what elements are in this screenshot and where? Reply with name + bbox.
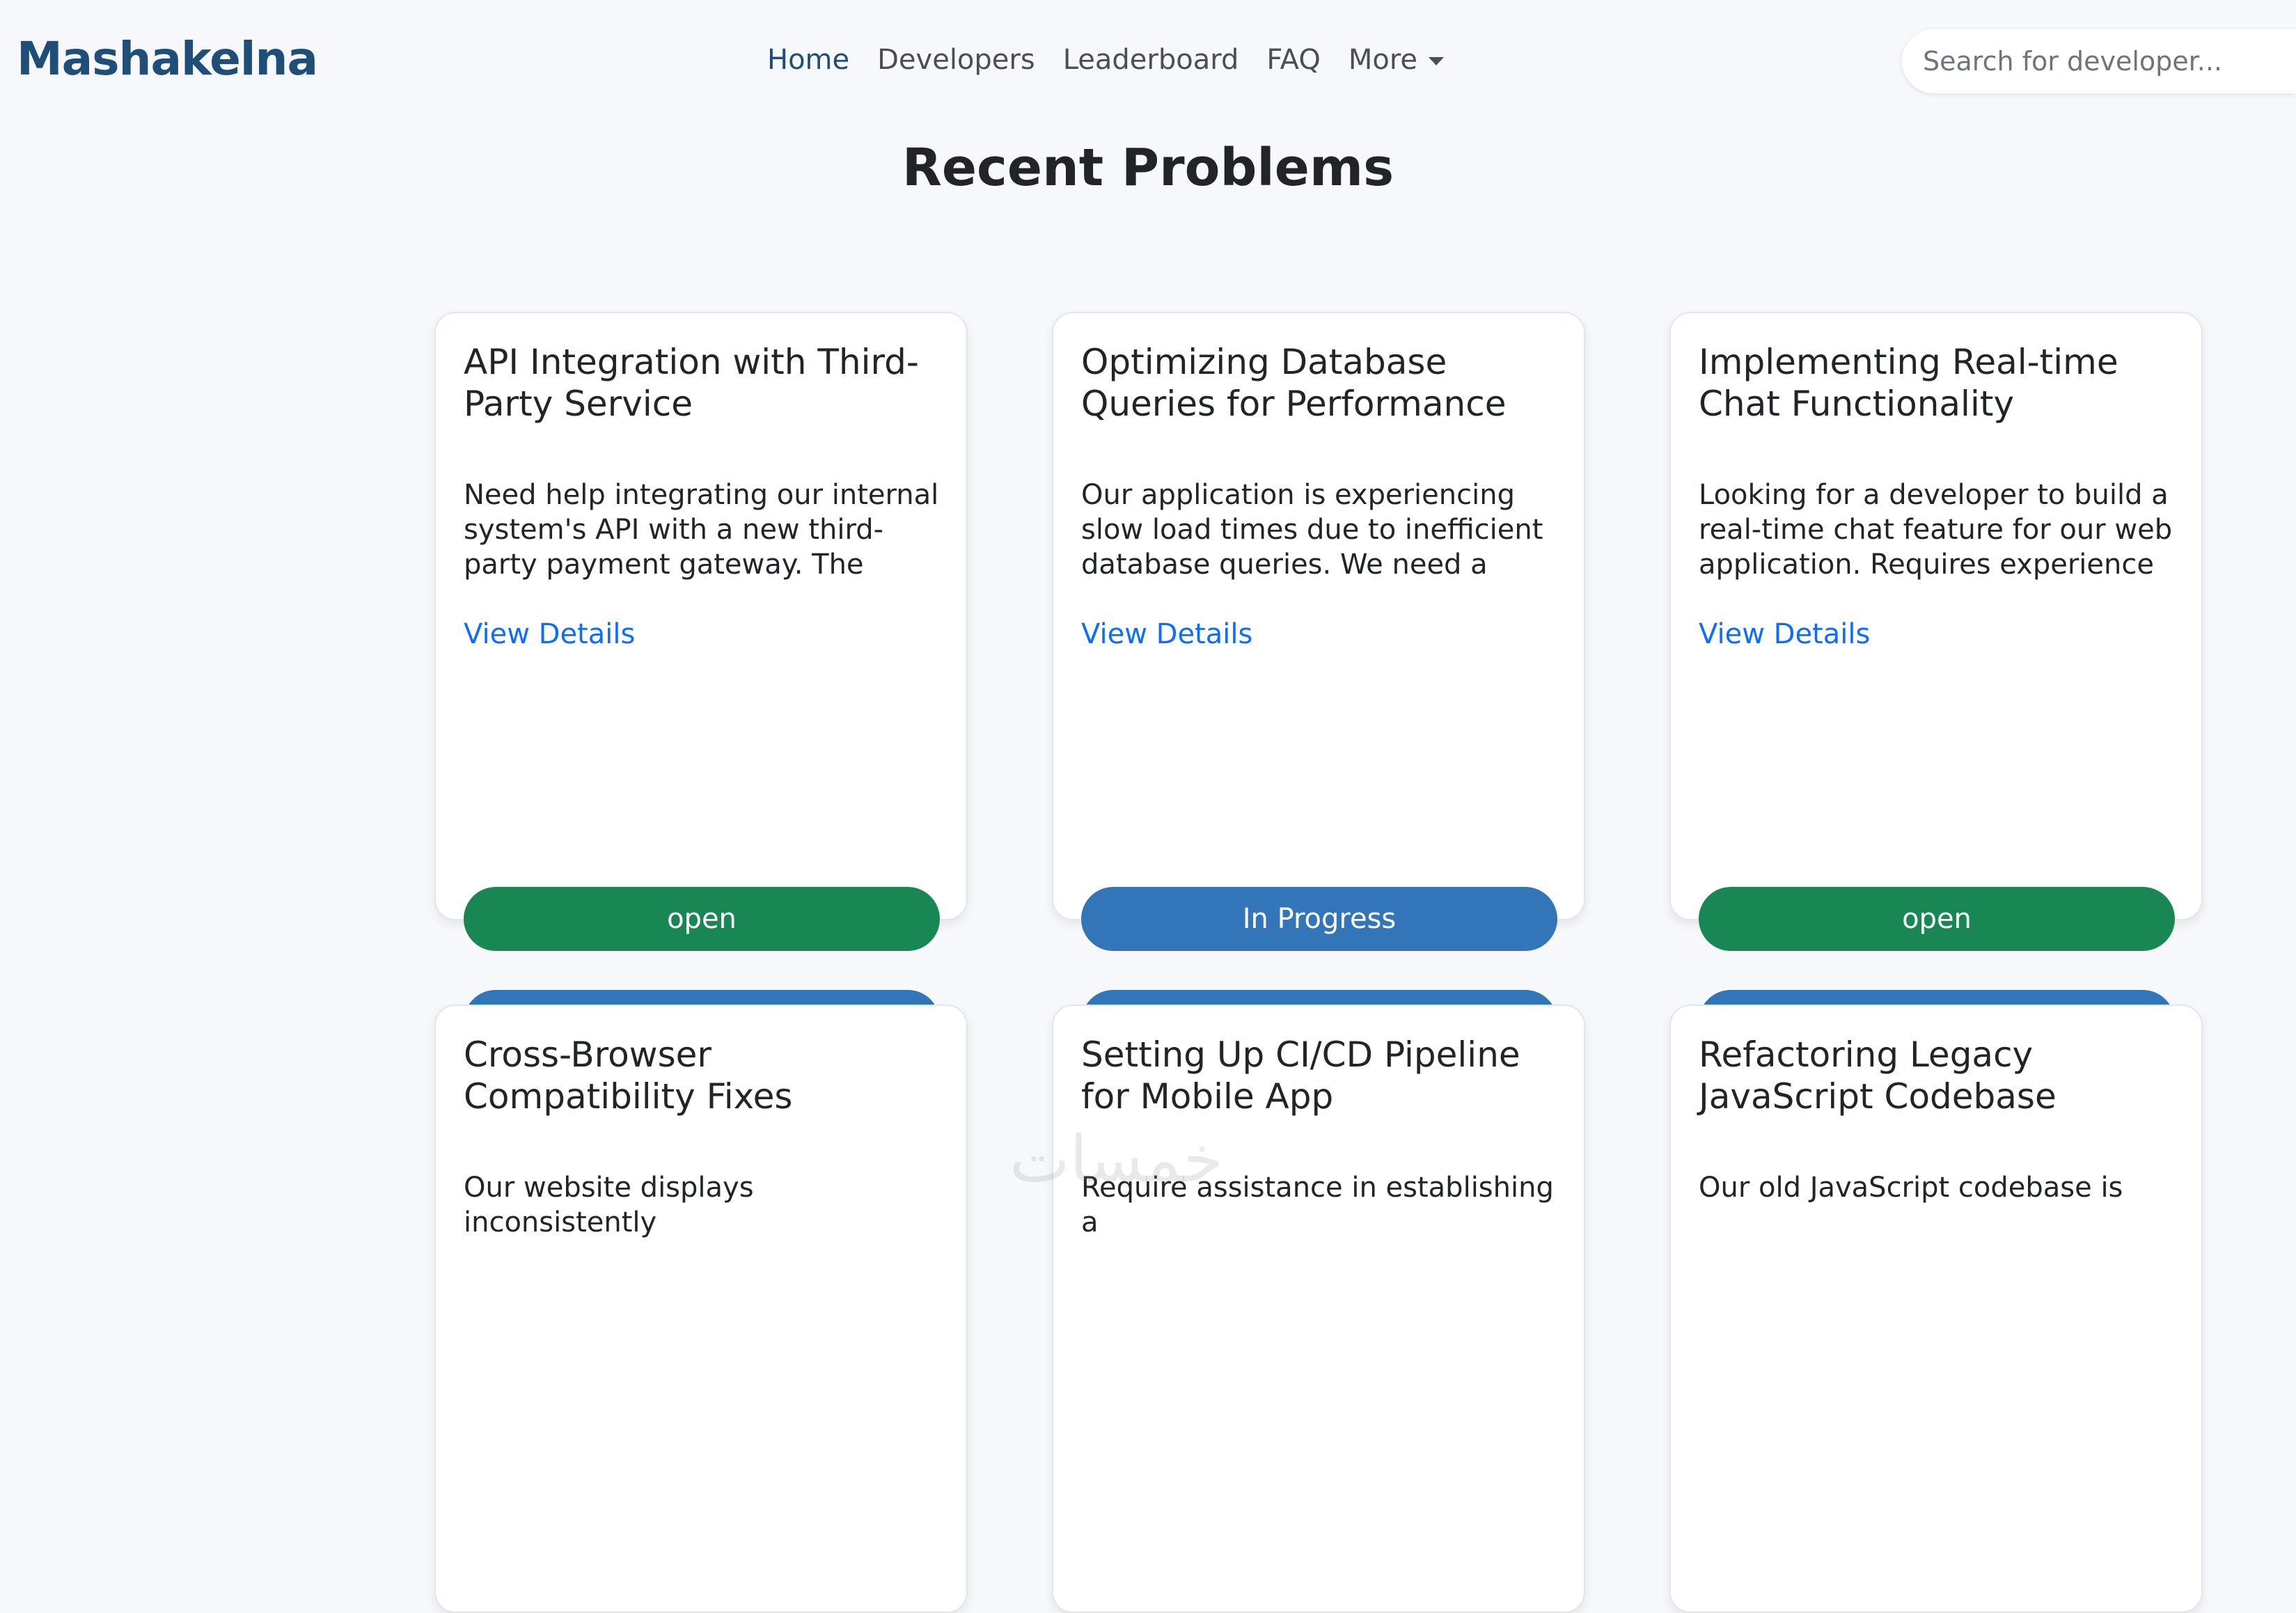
nav-leaderboard[interactable]: Leaderboard [1063,44,1239,76]
problem-card: Implementing Real-time Chat Functionalit… [1669,312,2203,1054]
card-title: API Integration with Third-Party Service [464,342,919,424]
nav-menu: Home Developers Leaderboard FAQ More [767,38,1444,82]
card-title: Setting Up CI/CD Pipeline for Mobile App [1081,1034,1520,1117]
problem-card: Cross-Browser Compatibility Fixes Our we… [434,1005,968,1613]
status-in-progress-button[interactable]: In Progress [1081,887,1557,951]
brand-logo[interactable]: Mashakelna [17,28,318,91]
card-description: Need help integrating our internal syste… [464,479,939,581]
view-details-link[interactable]: View Details [1699,617,1870,652]
caret-down-icon [1429,57,1444,65]
search-box [1902,29,2296,93]
view-details-link[interactable]: View Details [1081,617,1252,652]
card-description: Our old JavaScript codebase is [1699,1172,2123,1204]
problem-card: Setting Up CI/CD Pipeline for Mobile App… [1052,1005,1585,1613]
status-open-button[interactable]: open [464,887,940,951]
view-details-link[interactable]: View Details [464,617,635,652]
search-input[interactable] [1923,29,2292,93]
problem-card: Refactoring Legacy JavaScript Codebase O… [1669,1005,2203,1613]
card-description: Looking for a developer to build a real-… [1699,479,2173,581]
card-title: Optimizing Database Queries for Performa… [1081,342,1507,424]
nav-faq[interactable]: FAQ [1266,44,1320,76]
navbar: Mashakelna Home Developers Leaderboard F… [0,0,2296,118]
problem-card: API Integration with Third-Party Service… [434,312,968,1054]
card-title: Refactoring Legacy JavaScript Codebase [1699,1034,2057,1117]
problem-card: Optimizing Database Queries for Performa… [1052,312,1585,1054]
card-description: Our website displays inconsistently [464,1172,754,1238]
status-open-button[interactable]: open [1699,887,2175,951]
card-title: Implementing Real-time Chat Functionalit… [1699,342,2118,424]
nav-more-dropdown[interactable]: More [1348,44,1444,76]
card-description: Our application is experiencing slow loa… [1081,479,1543,581]
nav-home[interactable]: Home [767,44,849,76]
nav-developers[interactable]: Developers [877,44,1035,76]
page-title: Recent Problems [902,138,1394,198]
card-title: Cross-Browser Compatibility Fixes [464,1034,793,1117]
nav-more-label: More [1348,44,1417,76]
card-description: Require assistance in establishing a [1081,1172,1554,1238]
